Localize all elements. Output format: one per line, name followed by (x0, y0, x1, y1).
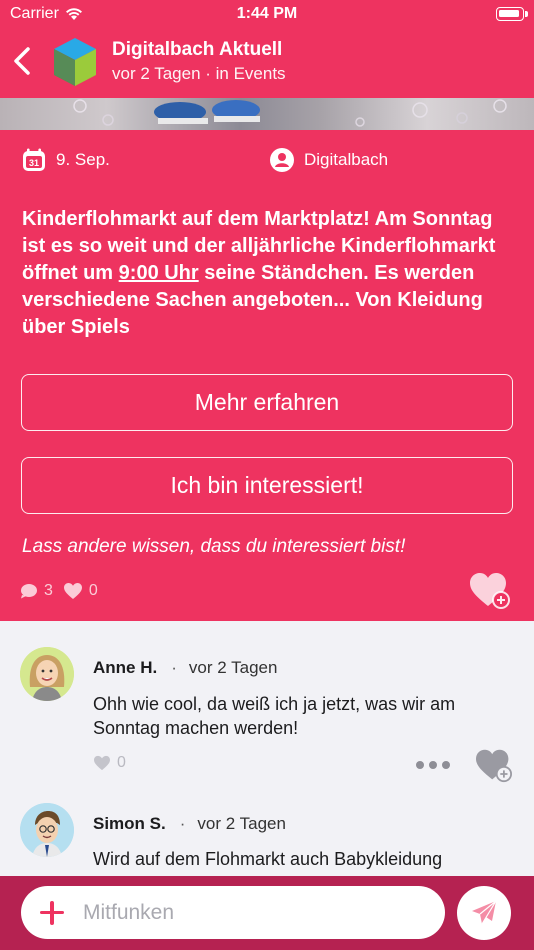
interested-button[interactable]: Ich bin interessiert! (21, 457, 513, 514)
back-chevron-icon[interactable] (8, 44, 38, 78)
calendar-day: 31 (29, 158, 39, 168)
comment-item: Simon S. · vor 2 Tagen Wird auf dem Flohma… (0, 791, 534, 881)
post-author[interactable]: Digitalbach (270, 148, 388, 172)
comment-time: vor 2 Tagen (197, 814, 286, 833)
post-body: Kinderflohmarkt auf dem Marktplatz! Am S… (22, 206, 518, 341)
channel-subtitle: vor 2 Tagen · in Events (112, 64, 286, 83)
post-stats: 3 0 (20, 582, 98, 600)
comment-likes: 0 (93, 754, 126, 772)
post-author-label: Digitalbach (304, 150, 389, 169)
comments-list: Anne H. · vor 2 Tagen Ohh wie cool, da wei… (0, 621, 534, 876)
comment-body: Wird auf dem Flohmarkt auch Babykleidung (93, 849, 443, 869)
comment-item: Anne H. · vor 2 Tagen Ohh wie cool, da wei… (0, 621, 534, 791)
like-count: 0 (88, 582, 98, 599)
status-bar: Carrier 1:44 PM (0, 0, 534, 30)
status-time: 1:44 PM (236, 5, 298, 22)
more-options-icon[interactable] (416, 758, 450, 772)
compose-bar (0, 876, 534, 950)
heart-icon[interactable] (63, 582, 83, 600)
comment-author[interactable]: Simon S. (93, 814, 166, 833)
channel-title: Digitalbach Aktuell (112, 39, 283, 60)
heart-add-icon[interactable] (474, 747, 514, 783)
event-date: 31 9. Sep. (22, 148, 110, 172)
paper-plane-icon (472, 900, 497, 925)
channel-logo-cube (54, 38, 96, 86)
learn-more-button[interactable]: Mehr erfahren (21, 374, 513, 431)
comment-header: Simon S. · vor 2 Tagen (93, 814, 286, 834)
event-date-label: 9. Sep. (56, 150, 110, 169)
comment-count: 3 (44, 582, 53, 599)
comment-like-count: 0 (117, 754, 126, 771)
heart-icon[interactable] (93, 755, 111, 771)
compose-field (21, 886, 445, 939)
avatar[interactable] (20, 647, 74, 701)
separator: · (179, 814, 186, 833)
calendar-icon: 31 (23, 148, 45, 171)
comment-header: Anne H. · vor 2 Tagen (93, 658, 277, 678)
banner-photo-illustration (73, 99, 507, 127)
heart-add-icon[interactable] (468, 570, 512, 610)
comment-time: vor 2 Tagen (188, 658, 278, 677)
nav-bar: Digitalbach Aktuell vor 2 Tagen · in Eve… (0, 30, 534, 98)
separator: · (171, 658, 177, 677)
person-icon (270, 148, 294, 172)
comment-input[interactable] (83, 900, 413, 925)
interest-hint: Lass andere wissen, dass du interessiert… (22, 536, 406, 557)
battery-tip (525, 11, 528, 17)
post-meta: 31 9. Sep. Digitalbach (22, 146, 512, 174)
comment-body: Ohh wie cool, da weiß ich ja jetzt, was … (93, 694, 456, 738)
add-attachment-icon[interactable] (37, 898, 67, 928)
send-button[interactable] (457, 886, 511, 940)
avatar[interactable] (20, 803, 74, 857)
event-time-link[interactable]: 9:00 Uhr (119, 262, 199, 284)
event-banner-image (0, 98, 534, 130)
comment-author[interactable]: Anne H. (93, 658, 157, 677)
battery-icon (496, 7, 524, 21)
comment-bubble-icon (21, 584, 37, 599)
